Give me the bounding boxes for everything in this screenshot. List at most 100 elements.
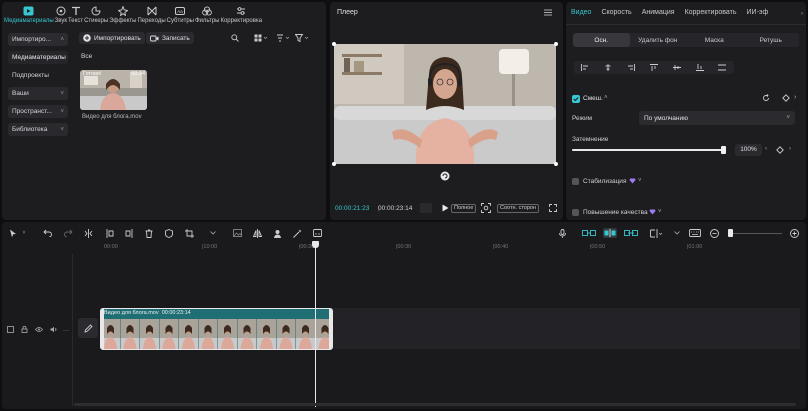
tab-video[interactable]: Видео	[566, 2, 596, 24]
zoom-in-icon[interactable]	[789, 228, 799, 238]
split-left-icon[interactable]	[104, 228, 114, 238]
subtab-basic[interactable]: Осн.	[573, 33, 630, 47]
chevron-up-icon[interactable]: ˄	[604, 95, 608, 101]
playhead-handle[interactable]	[312, 241, 319, 248]
menu-icon[interactable]	[544, 9, 552, 16]
edit-cover-button[interactable]	[78, 318, 98, 338]
mirror-icon[interactable]	[252, 228, 262, 238]
align-top-icon[interactable]	[649, 64, 658, 71]
delete-icon[interactable]	[144, 228, 154, 238]
media-clip-thumbnail[interactable]: Готово! 00:24	[80, 70, 147, 110]
align-bottom-icon[interactable]	[695, 64, 704, 71]
subtab-mask[interactable]: Маска	[686, 33, 743, 47]
opacity-slider-thumb[interactable]	[721, 146, 726, 154]
clip-trim-handle-left[interactable]	[101, 309, 104, 349]
chevron-right-icon[interactable]: ›	[801, 11, 803, 17]
toolbar-text[interactable]: Текст	[68, 2, 83, 24]
quality-dropdown[interactable]: Полное	[451, 204, 477, 213]
sidebar-item-yours[interactable]: Ваши ˅	[8, 87, 68, 100]
linkage-icon[interactable]	[624, 228, 638, 238]
clip-trim-handle-right[interactable]	[329, 309, 332, 349]
reset-icon[interactable]	[762, 94, 770, 102]
main-track-magnet-icon[interactable]	[582, 228, 596, 238]
sidebar-item-projects[interactable]: Подпроекты	[8, 69, 68, 82]
video-preview[interactable]	[332, 42, 558, 166]
preview-axis-icon[interactable]	[650, 228, 664, 238]
sort-icon[interactable]	[276, 34, 290, 42]
zoom-slider-track[interactable]	[730, 233, 782, 234]
stepper-icon[interactable]: ›	[789, 146, 791, 152]
track-cover-icon[interactable]	[7, 326, 14, 333]
align-middle-icon[interactable]	[672, 64, 681, 71]
person-cutout-icon[interactable]	[272, 228, 282, 238]
keyboard-icon[interactable]	[689, 228, 701, 238]
sidebar-item-media[interactable]: Медиаматериалы	[8, 51, 68, 64]
import-button[interactable]: Импортировать	[79, 32, 145, 44]
toolbar-stickers[interactable]: Стикеры	[84, 2, 108, 24]
chevron-down-icon[interactable]	[672, 228, 682, 238]
video-clip[interactable]: Видео для блога.mov 00:00:23:14	[100, 308, 333, 350]
keyframe-icon[interactable]	[776, 146, 784, 154]
focus-icon[interactable]	[481, 203, 491, 213]
fullscreen-icon[interactable]	[549, 204, 557, 212]
aspect-ratio-dropdown[interactable]: Соотн. сторон	[497, 204, 540, 213]
toolbar-adjust[interactable]: Корректировка	[220, 2, 262, 24]
subtab-remove-bg[interactable]: Удалить фон	[630, 33, 687, 47]
toolbar-filters[interactable]: Фильтры	[195, 2, 219, 24]
stepper-icon[interactable]: ‹	[765, 146, 767, 152]
sidebar-item-library[interactable]: Библиотека ˅	[8, 123, 68, 136]
timeline-ruler[interactable]: 00:00 |10:00 |00:20 |00:30 |00:40 |00:50…	[74, 242, 804, 252]
zoom-slider-thumb[interactable]	[728, 229, 733, 237]
marker-icon[interactable]	[420, 203, 432, 213]
chevron-down-icon[interactable]: ˅	[19, 228, 29, 238]
horizontal-scrollbar[interactable]	[74, 403, 796, 406]
grid-view-icon[interactable]	[254, 34, 268, 42]
toolbar-transitions[interactable]: Переходы	[137, 2, 166, 24]
eye-icon[interactable]	[35, 326, 43, 333]
opacity-value[interactable]: 100%	[735, 144, 762, 156]
playhead[interactable]	[315, 242, 316, 407]
undo-icon[interactable]	[42, 228, 52, 238]
shield-icon[interactable]	[164, 228, 174, 238]
distribute-icon[interactable]	[718, 64, 727, 71]
image-icon[interactable]	[232, 228, 242, 238]
toolbar-audio[interactable]: Звук	[55, 2, 67, 24]
split-right-icon[interactable]	[124, 228, 134, 238]
align-right-icon[interactable]	[627, 64, 636, 71]
crop-handle[interactable]	[554, 42, 558, 46]
play-icon[interactable]	[442, 204, 449, 212]
redo-icon[interactable]	[63, 228, 73, 238]
record-button[interactable]: Записать	[146, 32, 194, 44]
zoom-out-icon[interactable]	[709, 228, 719, 238]
search-icon[interactable]	[231, 34, 239, 42]
tab-speed[interactable]: Скорость	[596, 2, 636, 24]
auto-snap-icon[interactable]	[603, 228, 617, 238]
lock-icon[interactable]	[21, 326, 28, 333]
crop-handle[interactable]	[554, 162, 558, 166]
select-tool-icon[interactable]	[8, 228, 18, 238]
chevron-down-icon[interactable]	[208, 228, 218, 238]
more-icon[interactable]: ···	[63, 328, 69, 334]
tab-ai-effects[interactable]: ИИ-эф	[742, 2, 774, 24]
align-left-icon[interactable]	[581, 64, 589, 71]
keyframe-icon[interactable]	[782, 94, 790, 102]
align-center-icon[interactable]	[604, 64, 612, 71]
chevron-down-icon[interactable]: ˅	[658, 209, 662, 215]
enhance-checkbox[interactable]	[572, 209, 579, 216]
subtab-retouch[interactable]: Ретушь	[743, 33, 800, 47]
toolbar-effects[interactable]: Эффекты	[109, 2, 136, 24]
crop-handle[interactable]	[332, 42, 336, 46]
blend-checkbox[interactable]	[572, 95, 580, 103]
split-icon[interactable]	[83, 228, 93, 238]
mode-select[interactable]: По умолчанию ˅	[639, 111, 795, 125]
filter-icon[interactable]	[295, 34, 309, 42]
toolbar-media[interactable]: Медиаматериалы	[4, 2, 54, 24]
tab-animation[interactable]: Анимация	[637, 2, 680, 24]
volume-icon[interactable]	[50, 326, 58, 333]
sidebar-import-dropdown[interactable]: Импортиро... ˄	[8, 33, 68, 46]
magic-wand-icon[interactable]	[292, 228, 302, 238]
crop-icon[interactable]	[184, 228, 194, 238]
microphone-icon[interactable]	[557, 228, 567, 238]
tab-adjust[interactable]: Корректировать	[680, 2, 742, 24]
chevron-right-icon[interactable]: ›	[794, 94, 796, 101]
